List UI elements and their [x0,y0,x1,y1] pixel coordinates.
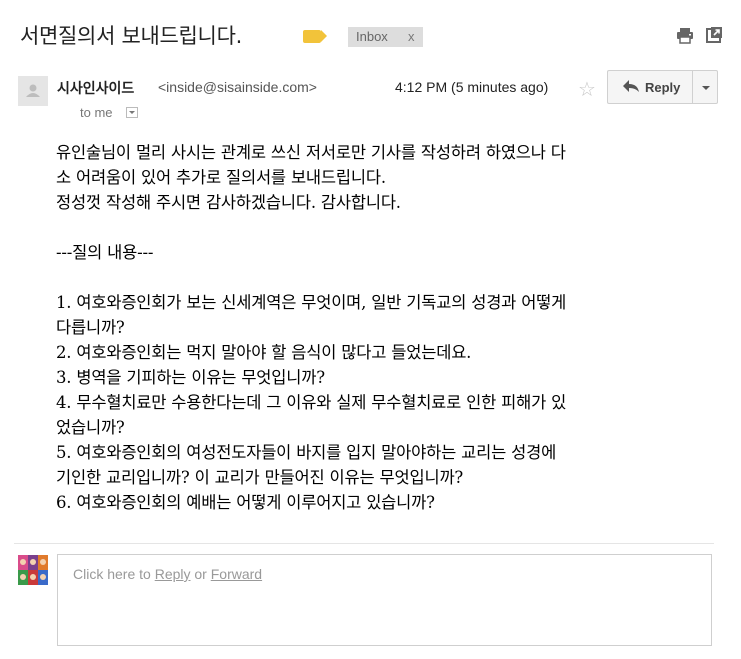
question-item: 기인한 교리입니까? 이 교리가 만들어진 이유는 무엇입니까? [56,468,464,487]
message-body: 유인술님이 멀리 사시는 관계로 쓰신 저서로만 기사를 작성하려 하였으나 다… [56,140,716,515]
reply-button[interactable]: Reply [607,70,693,104]
thread-header: 서면질의서 보내드립니다. Inbox x [0,0,741,62]
current-user-avatar [18,555,48,585]
questions-heading: ---질의 내용--- [56,243,154,262]
reply-box-prompt: Click here to Reply or Forward [73,566,263,582]
sender-name[interactable]: 시사인사이드 [57,78,134,98]
message-timestamp: 4:12 PM (5 minutes ago) [395,79,549,95]
star-icon[interactable]: ☆ [578,79,596,99]
body-line: 정성껏 작성해 주시면 감사하겠습니다. 감사합니다. [56,193,401,212]
print-icon[interactable] [676,26,694,44]
open-in-new-window-icon[interactable] [705,26,723,44]
reply-link[interactable]: Reply [155,566,191,582]
body-line: 유인술님이 멀리 사시는 관계로 쓰신 저서로만 기사를 작성하려 하였으나 다 [56,143,566,162]
question-item: 2. 여호와증인회는 먹지 말아야 할 음식이 많다고 들었는데요. [56,343,472,362]
question-item: 1. 여호와증인회가 보는 신세계역은 무엇이며, 일반 기독교의 성경과 어떻… [56,293,567,312]
question-item: 4. 무수혈치료만 수용한다는데 그 이유와 실제 무수혈치료로 인한 피해가 … [56,393,567,412]
default-avatar-icon [26,84,40,97]
quick-reply-box[interactable]: Click here to Reply or Forward [57,554,712,646]
inbox-label-chip[interactable]: Inbox x [348,27,423,47]
label-tag-icon[interactable] [303,30,327,43]
question-item: 었습니까? [56,418,125,437]
recipient-summary: to me [80,105,113,120]
question-item: 5. 여호와증인회의 여성전도자들이 바지를 입지 말아야하는 교리는 성경에 [56,443,557,462]
email-subject: 서면질의서 보내드립니다. [20,24,242,48]
forward-link[interactable]: Forward [211,566,262,582]
inbox-label-text: Inbox [356,29,388,44]
question-item: 3. 병역을 기피하는 이유는 무엇입니까? [56,368,325,387]
question-item: 6. 여호와증인회의 예배는 어떻게 이루어지고 있습니까? [56,493,435,512]
remove-label-button[interactable]: x [408,27,415,47]
sender-email: <inside@sisainside.com> [158,79,317,95]
question-item: 다릅니까? [56,318,125,337]
reply-arrow-icon [623,80,639,92]
divider [14,543,714,544]
more-actions-button[interactable] [692,70,718,104]
chevron-down-icon [702,86,710,90]
show-details-dropdown[interactable] [126,107,138,118]
body-line: 소 어려움이 있어 추가로 질의서를 보내드립니다. [56,168,386,187]
reply-button-label: Reply [645,80,681,95]
sender-avatar [18,76,48,106]
